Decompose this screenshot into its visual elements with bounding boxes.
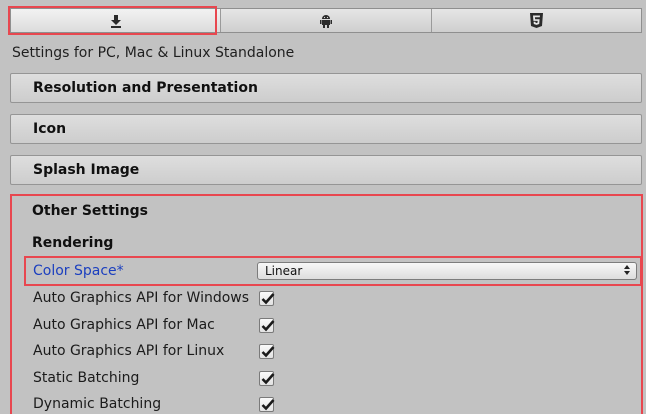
splash-image-foldout[interactable]: Splash Image [10, 155, 642, 185]
other-settings-foldout[interactable]: Other Settings [32, 203, 148, 219]
tab-standalone[interactable] [11, 9, 222, 32]
download-icon [110, 14, 121, 28]
auto-graphics-api-windows-checkbox[interactable] [259, 291, 275, 306]
checkmark-icon [261, 320, 275, 332]
checkmark-icon [261, 399, 275, 411]
settings-for-label: Settings for PC, Mac & Linux Standalone [12, 45, 295, 61]
tab-android[interactable] [221, 9, 432, 32]
checkmark-icon [261, 293, 275, 305]
color-space-label: Color Space* [33, 263, 124, 279]
color-space-dropdown[interactable]: Linear [257, 262, 637, 280]
checkmark-icon [261, 373, 275, 385]
player-settings-panel: Settings for PC, Mac & Linux Standalone … [0, 0, 646, 414]
checkmark-icon [261, 346, 275, 358]
static-batching-label: Static Batching [33, 370, 140, 386]
section-title: Splash Image [33, 162, 140, 178]
up-down-arrow-icon [624, 265, 630, 275]
color-space-value: Linear [265, 264, 303, 278]
auto-graphics-api-mac-label: Auto Graphics API for Mac [33, 317, 215, 333]
static-batching-checkbox[interactable] [259, 371, 275, 386]
html5-icon [529, 13, 543, 28]
rendering-heading: Rendering [32, 235, 114, 251]
dynamic-batching-checkbox[interactable] [259, 397, 275, 412]
icon-foldout[interactable]: Icon [10, 114, 642, 144]
platform-tab-bar [10, 8, 642, 33]
auto-graphics-api-mac-checkbox[interactable] [259, 318, 275, 333]
dynamic-batching-label: Dynamic Batching [33, 396, 162, 412]
android-icon [319, 14, 332, 28]
auto-graphics-api-windows-label: Auto Graphics API for Windows [33, 290, 250, 306]
auto-graphics-api-linux-checkbox[interactable] [259, 344, 275, 359]
resolution-presentation-foldout[interactable]: Resolution and Presentation [10, 73, 642, 103]
tab-webgl[interactable] [431, 9, 641, 32]
section-title: Resolution and Presentation [33, 80, 258, 96]
section-title: Icon [33, 121, 67, 137]
auto-graphics-api-linux-label: Auto Graphics API for Linux [33, 343, 225, 359]
